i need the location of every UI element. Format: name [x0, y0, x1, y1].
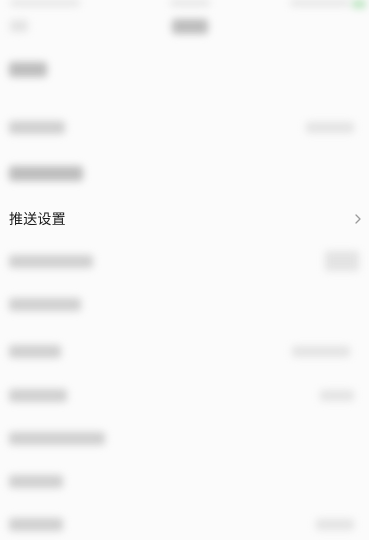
blurred-background [0, 0, 369, 540]
settings-screen: 推送设置 [0, 0, 369, 540]
push-settings-label: 推送设置 [9, 212, 66, 228]
chevron-right-icon [353, 212, 363, 226]
push-settings-row[interactable]: 推送设置 [0, 203, 369, 235]
